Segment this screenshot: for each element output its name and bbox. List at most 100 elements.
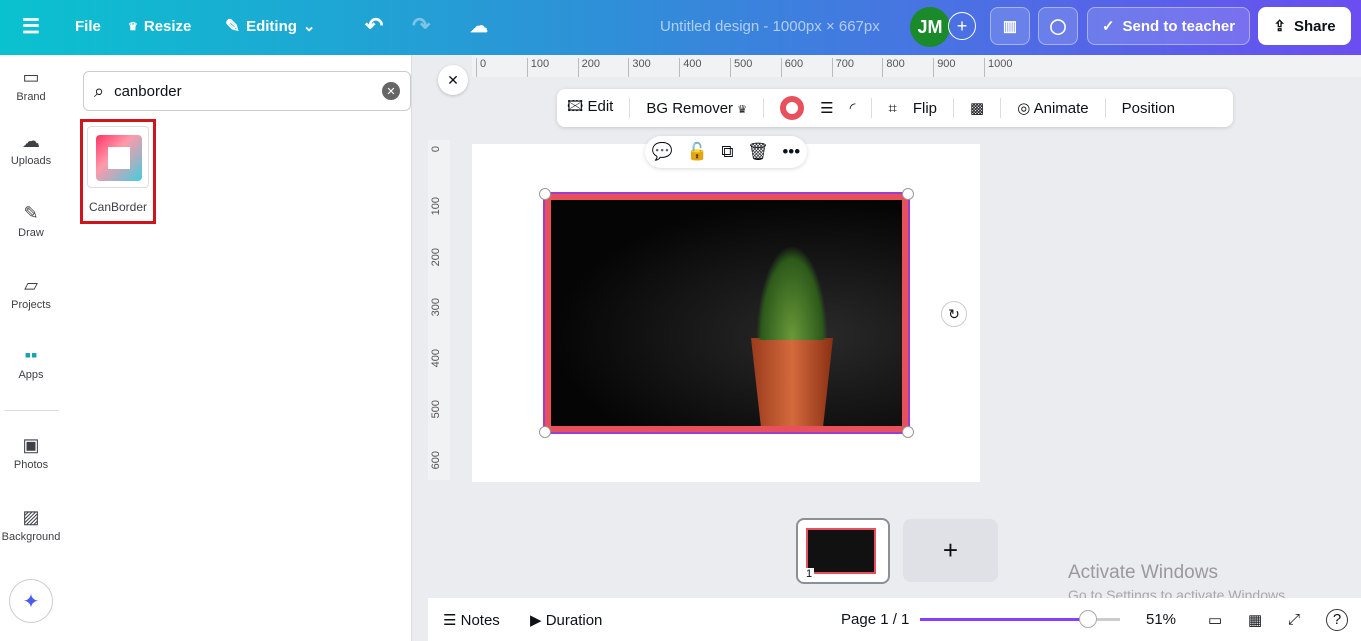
resize-handle[interactable]	[902, 188, 914, 200]
page-indicator[interactable]: Page 1 / 1	[841, 611, 909, 628]
trash-icon[interactable]: 🗑	[747, 142, 769, 162]
comment-icon[interactable]: ◯	[1038, 7, 1078, 45]
rail-label: Photos	[13, 459, 49, 471]
rail-apps[interactable]: ▪▪ Apps	[0, 345, 62, 381]
animate-button[interactable]: ◎ Animate	[1017, 99, 1088, 117]
close-panel-icon[interactable]: ✕	[438, 65, 468, 95]
more-icon[interactable]: •••	[782, 142, 800, 162]
share-icon: ⇪	[1273, 18, 1286, 35]
check-circle-icon: ✓	[1101, 18, 1115, 35]
ruler-tick-label: 1000	[984, 58, 1012, 77]
apps-panel: ⌕ canborder ✕ CanBorder	[62, 55, 412, 641]
rail-label: Projects	[11, 299, 51, 311]
redo-icon[interactable]: ↷	[412, 0, 430, 52]
rail-label: Background	[1, 531, 61, 543]
resize-handle[interactable]	[902, 426, 914, 438]
resize-handle[interactable]	[539, 188, 551, 200]
rail-uploads[interactable]: ☁ Uploads	[0, 131, 62, 167]
search-value: canborder	[114, 82, 182, 100]
rail-label: Apps	[18, 369, 44, 381]
plant-image[interactable]	[543, 192, 910, 434]
rail-background[interactable]: ▨ Background	[0, 507, 62, 543]
position-button[interactable]: Position	[1122, 100, 1175, 117]
ruler-tick-label: 400	[430, 349, 442, 368]
file-menu[interactable]: File	[75, 0, 101, 52]
ruler-horizontal: 0 100 200 300 400 500 600 700 800 900 1000	[472, 55, 1361, 77]
undo-icon[interactable]: ↶	[365, 0, 383, 52]
rail-projects[interactable]: ▱ Projects	[0, 275, 62, 311]
photo-icon: ▣	[22, 435, 40, 455]
bottom-bar: ☰ Notes ▶ Duration Page 1 / 1 51% ▭ ▦ ⤢ …	[428, 598, 1361, 641]
zoom-slider[interactable]	[920, 610, 1120, 628]
send-to-teacher-button[interactable]: ✓ Send to teacher	[1087, 7, 1250, 45]
divider	[4, 410, 59, 411]
upload-icon: ☁	[22, 131, 40, 151]
rail-brand[interactable]: ▭ Brand	[0, 67, 62, 103]
add-comment-icon[interactable]: 💬	[652, 142, 673, 162]
rail-draw[interactable]: ✎ Draw	[0, 203, 62, 239]
search-input[interactable]: ⌕ canborder ✕	[83, 71, 411, 111]
watermark-title: Activate Windows	[1068, 562, 1218, 583]
crown-icon: ♛	[737, 103, 748, 116]
avatar[interactable]: JM	[910, 7, 950, 47]
top-bar: ☰ File ♛ Resize ✎ Editing ⌄ ↶ ↷ ☁ Untitled …	[0, 0, 1361, 55]
editing-dropdown[interactable]: ✎ Editing ⌄	[225, 0, 316, 52]
add-collaborator-button[interactable]: +	[948, 12, 976, 40]
corner-rounding-icon[interactable]: ◜	[850, 99, 856, 117]
page-thumbnail[interactable]: 1	[796, 518, 890, 584]
share-button[interactable]: ⇪ Share	[1258, 7, 1351, 45]
pages-view-icon[interactable]: ▭	[1208, 611, 1222, 629]
crown-icon: ♛	[128, 20, 138, 33]
send-label: Send to teacher	[1122, 17, 1236, 35]
menu-icon[interactable]: ☰	[22, 0, 40, 52]
grid-view-icon[interactable]: ▦	[1248, 611, 1262, 629]
zoom-slider-handle[interactable]	[1079, 610, 1098, 628]
duplicate-icon[interactable]: ⧉	[721, 142, 733, 162]
cloud-saved-icon[interactable]: ☁	[470, 0, 488, 52]
pencil-icon: ✎	[225, 15, 241, 36]
lock-icon[interactable]: 🔓	[687, 142, 708, 162]
ruler-tick-label: 100	[526, 58, 549, 77]
ruler-tick-label: 900	[933, 58, 956, 77]
ruler-tick-label: 200	[577, 58, 600, 77]
ruler-vertical: 0 100 200 300 400 500 600	[428, 140, 450, 480]
resize-handle[interactable]	[539, 426, 551, 438]
bg-remover-button[interactable]: BG Remover ♛	[646, 100, 747, 117]
resize-button[interactable]: ♛ Resize	[128, 0, 191, 52]
apps-icon: ▪▪	[24, 345, 38, 365]
clear-icon[interactable]: ✕	[382, 82, 400, 100]
analytics-icon[interactable]: ▥	[990, 7, 1030, 45]
ruler-tick-label: 300	[430, 298, 442, 317]
context-toolbar: 🖾 Edit BG Remover ♛ ☰ ◜ ⌗ Flip ▩ ◎ Anima…	[557, 89, 1233, 127]
chevron-down-icon: ⌄	[302, 18, 316, 35]
canborder-app-result[interactable]: CanBorder	[80, 119, 156, 224]
zoom-percent[interactable]: 51%	[1146, 611, 1176, 628]
notes-button[interactable]: ☰ Notes	[443, 611, 500, 629]
duration-button[interactable]: ▶ Duration	[530, 611, 602, 629]
rotate-icon[interactable]: ↻	[941, 301, 967, 327]
ruler-tick-label: 600	[430, 450, 442, 470]
rail-label: Draw	[18, 227, 44, 239]
design-title[interactable]: Untitled design - 1000px × 667px	[660, 0, 880, 52]
rail-label: Brand	[16, 91, 46, 103]
magic-assistant-icon[interactable]: ✦	[9, 579, 53, 623]
ruler-tick-label: 300	[628, 58, 651, 77]
border-style-icon[interactable]: ☰	[820, 99, 833, 117]
page-number: 1	[804, 568, 815, 580]
rail-photos[interactable]: ▣ Photos	[0, 435, 62, 471]
crop-icon[interactable]: ⌗	[888, 100, 896, 117]
flip-button[interactable]: Flip	[913, 100, 937, 117]
search-icon: ⌕	[94, 80, 105, 101]
ruler-tick-label: 500	[430, 400, 442, 419]
ruler-tick-label: 500	[730, 58, 752, 77]
transparency-icon[interactable]: ▩	[970, 99, 984, 117]
add-page-button[interactable]: +	[903, 519, 998, 582]
border-color-button[interactable]	[780, 96, 805, 120]
ruler-tick-label: 200	[430, 247, 442, 266]
edit-button[interactable]: 🖾 Edit	[567, 96, 613, 121]
ruler-tick-label: 0	[430, 146, 442, 153]
help-icon[interactable]: ?	[1326, 608, 1348, 631]
fullscreen-icon[interactable]: ⤢	[1288, 611, 1300, 628]
side-rail: ▭ Brand ☁ Uploads ✎ Draw ▱ Projects ▪▪ Apps ▣…	[0, 55, 62, 641]
resize-label: Resize	[143, 17, 192, 35]
